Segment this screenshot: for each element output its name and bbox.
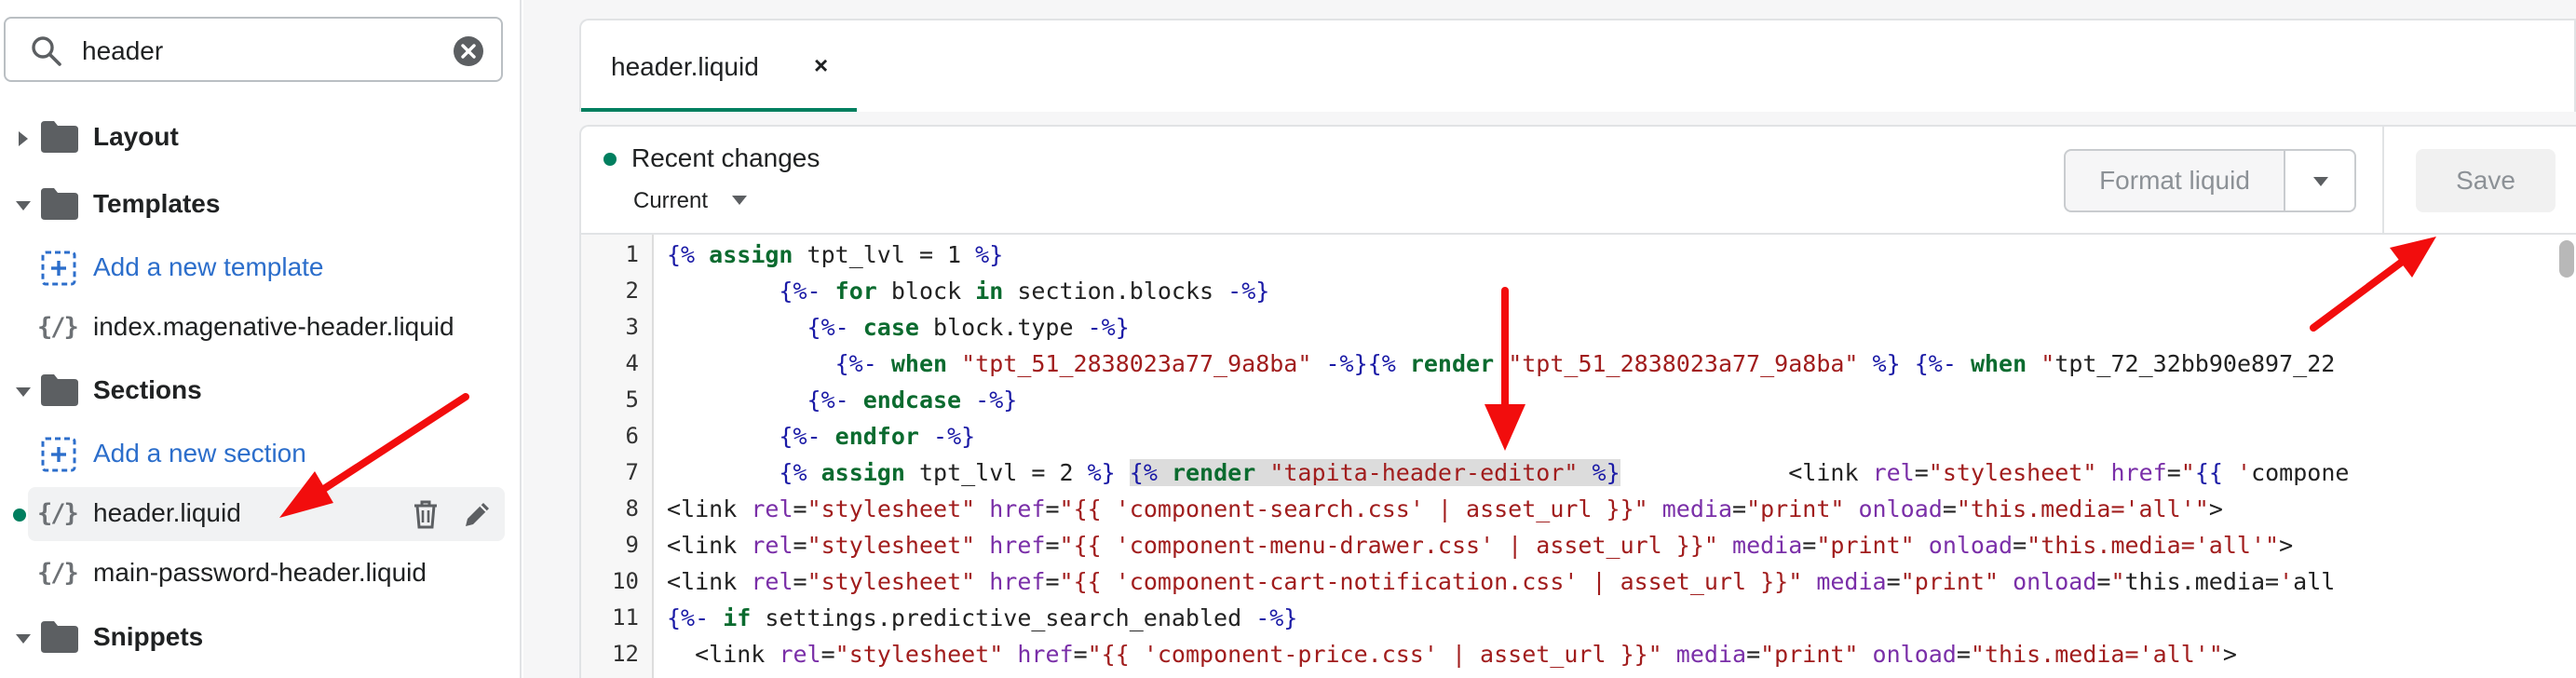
tree-folder-layout[interactable]: Layout: [0, 109, 522, 167]
code-line: {% assign tpt_lvl = 1 %}: [667, 241, 1004, 268]
line-number: 9: [625, 532, 639, 558]
close-tab-icon[interactable]: ×: [814, 48, 828, 82]
version-select[interactable]: Current: [633, 186, 708, 216]
recent-changes-label: Recent changes: [631, 143, 820, 172]
code-line: {%- case block.type -%}: [807, 314, 1130, 341]
tree-file-header-liquid[interactable]: {/} header.liquid: [0, 485, 522, 543]
save-button[interactable]: Save: [2416, 149, 2556, 212]
save-label: Save: [2456, 166, 2515, 195]
vertical-scrollbar[interactable]: [2559, 240, 2574, 278]
search-icon: [32, 36, 61, 66]
code-line: <link rel="stylesheet" href="{{ 'compone…: [667, 495, 2223, 522]
folder-icon: [41, 188, 78, 220]
line-number: 5: [625, 386, 639, 413]
folder-icon: [41, 621, 78, 653]
add-template-link[interactable]: Add a new template: [0, 239, 522, 297]
code-line: <link rel="stylesheet" href="{{ 'compone…: [667, 568, 2336, 595]
folder-icon: [41, 121, 78, 153]
code-line: {% assign tpt_lvl = 2 %} {% render "tapi…: [779, 459, 2350, 486]
liquid-file-icon: {/}: [37, 313, 79, 342]
code-line: {%- for block in section.blocks -%}: [779, 278, 1270, 305]
line-number: 2: [625, 278, 639, 304]
liquid-file-icon: {/}: [37, 559, 79, 588]
search-field[interactable]: header: [4, 17, 503, 82]
line-number: 10: [612, 568, 639, 594]
tree-folder-label: Snippets: [93, 622, 204, 651]
editor-tabbar: header.liquid ×: [579, 19, 2576, 112]
tree-file-index-magenative-header[interactable]: {/} index.magenative-header.liquid: [0, 299, 522, 357]
caret-down-icon: [16, 387, 31, 397]
line-number: 11: [612, 604, 639, 631]
tree-file-label: header.liquid: [93, 498, 241, 527]
add-section-label: Add a new section: [93, 439, 306, 468]
pencil-icon[interactable]: [462, 498, 494, 530]
format-options-dropdown[interactable]: [2284, 149, 2356, 212]
line-number-gutter: 1 2 3 4 5 6 7 8 9 10 11 12: [581, 235, 654, 678]
tab-label: header.liquid: [611, 52, 759, 81]
editor-panel: Recent changes Current Format liquid Sav…: [579, 125, 2576, 678]
add-template-label: Add a new template: [93, 252, 324, 281]
editor-area: header.liquid × Recent changes Current F…: [523, 0, 2576, 678]
caret-down-icon: [16, 634, 31, 644]
tree-folder-snippets[interactable]: Snippets: [0, 609, 522, 667]
file-sidebar: header Layout Templates Add a new templa…: [0, 0, 522, 678]
status-dot: [603, 153, 617, 166]
clear-search-icon[interactable]: [451, 34, 486, 69]
tab-header-liquid[interactable]: header.liquid ×: [581, 20, 857, 112]
highlighted-render-tag: {% render "tapita-header-editor" %}: [1129, 459, 1620, 486]
format-liquid-label: Format liquid: [2099, 166, 2250, 195]
modified-indicator: [13, 508, 26, 522]
tree-folder-templates[interactable]: Templates: [0, 176, 522, 234]
tree-folder-label: Layout: [93, 122, 179, 151]
add-file-icon: [41, 437, 76, 472]
line-number: 8: [625, 495, 639, 522]
chevron-down-icon[interactable]: [730, 194, 749, 207]
line-number: 3: [625, 314, 639, 340]
search-input[interactable]: header: [82, 34, 163, 68]
line-number: 6: [625, 423, 639, 449]
tree-file-label: main-password-header.liquid: [93, 558, 427, 587]
code-editor[interactable]: 1 2 3 4 5 6 7 8 9 10 11 12 {% assign tpt…: [581, 233, 2576, 678]
folder-icon: [41, 374, 78, 406]
code-line: {%- endfor -%}: [779, 423, 976, 450]
add-section-link[interactable]: Add a new section: [0, 426, 522, 483]
trash-icon[interactable]: [410, 498, 441, 530]
add-file-icon: [41, 251, 76, 286]
liquid-file-icon: {/}: [37, 499, 79, 528]
code-line: {%- endcase -%}: [807, 386, 1018, 414]
line-number: 7: [625, 459, 639, 485]
tree-folder-label: Sections: [93, 375, 202, 404]
line-number: 4: [625, 350, 639, 376]
format-liquid-button[interactable]: Format liquid: [2064, 149, 2285, 212]
line-number: 12: [612, 641, 639, 667]
tree-folder-sections[interactable]: Sections: [0, 362, 522, 420]
code-line: <link rel="stylesheet" href="{{ 'compone…: [667, 532, 2294, 559]
line-number: 1: [625, 241, 639, 267]
code-line: {%- when "tpt_51_2838023a77_9a8ba" -%}{%…: [834, 350, 2336, 377]
chevron-down-icon: [2313, 177, 2328, 186]
code-line: {%- if settings.predictive_search_enable…: [667, 604, 1298, 631]
caret-right-icon: [19, 131, 28, 146]
tree-file-main-password-header[interactable]: {/} main-password-header.liquid: [0, 545, 522, 603]
tree-file-label: index.magenative-header.liquid: [93, 312, 454, 341]
toolbar-divider: [2382, 127, 2384, 233]
tree-folder-label: Templates: [93, 189, 221, 218]
code-line: <link rel="stylesheet" href="{{ 'compone…: [667, 641, 2237, 668]
caret-down-icon: [16, 201, 31, 210]
